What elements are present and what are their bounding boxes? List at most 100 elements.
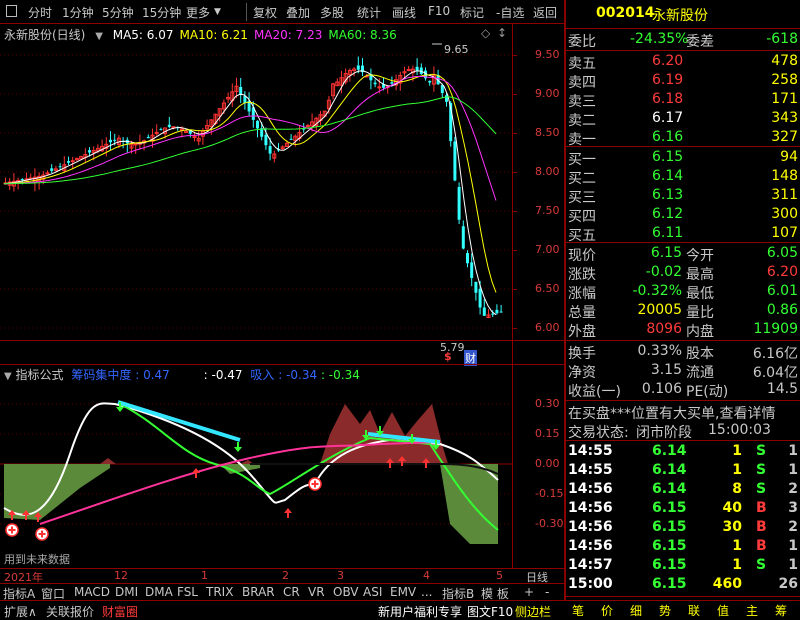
- tick-time: 14:55: [568, 443, 613, 459]
- tab-macd[interactable]: MACD: [74, 585, 110, 599]
- s-badge[interactable]: $: [444, 350, 452, 363]
- tick-row[interactable]: 14:56 6.15 1 B 1: [566, 537, 800, 557]
- tick-count: 1: [788, 462, 798, 478]
- tab-obv[interactable]: OBV: [333, 585, 359, 599]
- tick-volume: 8: [732, 481, 742, 497]
- f10-graphic-button[interactable]: 图文F10: [467, 603, 513, 620]
- tick-side: B: [756, 538, 767, 554]
- sell-row[interactable]: 卖五 6.20 478: [566, 52, 800, 72]
- detail-tab[interactable]: 细: [630, 602, 642, 619]
- sell-row[interactable]: 卖二 6.17 343: [566, 109, 800, 129]
- tick-mark: [512, 133, 517, 134]
- tab-fenshi[interactable]: 分时: [28, 4, 52, 21]
- date-mark: 1: [201, 569, 208, 582]
- detail-tab[interactable]: 主: [746, 602, 758, 619]
- sell-volume: 327: [771, 129, 798, 145]
- quote-value: 8096: [646, 321, 682, 337]
- detail-tab[interactable]: 价: [601, 602, 613, 619]
- tick-mark: [512, 211, 517, 212]
- indicator-chart[interactable]: [0, 364, 512, 568]
- tab-brar[interactable]: BRAR: [242, 585, 275, 599]
- add-window-button[interactable]: +: [524, 585, 534, 599]
- tick-mark: [512, 250, 517, 251]
- status-row: 交易状态: 闭市阶段 15:00:03: [566, 421, 800, 441]
- divider: [566, 596, 800, 597]
- detail-tab[interactable]: 值: [717, 602, 729, 619]
- btn-huaxian[interactable]: 画线: [392, 4, 416, 21]
- kline-chart[interactable]: [0, 24, 512, 340]
- quote-row: 现价 6.15 今开 6.05: [566, 244, 800, 264]
- sidebar-toggle[interactable]: 侧边栏: [515, 603, 551, 620]
- tab-vr[interactable]: VR: [308, 585, 325, 599]
- sell-row[interactable]: 卖三 6.18 171: [566, 90, 800, 110]
- indicator-tabs: 指标A 窗口 MACD DMI DMA FSL TRIX BRAR CR VR …: [0, 583, 564, 601]
- buy-price: 6.14: [652, 168, 684, 184]
- tab-asi[interactable]: ASI: [363, 585, 382, 599]
- quote-label: 总量: [568, 305, 596, 321]
- tick-row[interactable]: 14:55 6.14 1 S 1: [566, 442, 800, 462]
- detail-tab[interactable]: 笔: [572, 602, 584, 619]
- tick-row[interactable]: 14:57 6.15 1 S 1: [566, 556, 800, 576]
- tab-15min[interactable]: 15分钟: [142, 4, 181, 21]
- window-icon[interactable]: [6, 5, 17, 17]
- tick-volume: 1: [732, 443, 742, 459]
- sell-row[interactable]: 卖四 6.19 258: [566, 71, 800, 91]
- detail-tab[interactable]: 势: [659, 602, 671, 619]
- new-user-promo-link[interactable]: 新用户福利专享: [378, 603, 462, 620]
- buy-row[interactable]: 买二 6.14 148: [566, 167, 800, 187]
- btn-back[interactable]: 返回: [533, 4, 557, 21]
- buy-row[interactable]: 买一 6.15 94: [566, 148, 800, 168]
- buy-row[interactable]: 买五 6.11 107: [566, 224, 800, 244]
- tab-cr[interactable]: CR: [283, 585, 300, 599]
- tick-row[interactable]: 15:00 6.15 460 26: [566, 575, 800, 595]
- sell-row[interactable]: 卖一 6.16 327: [566, 128, 800, 148]
- sell-price: 6.20: [652, 53, 684, 69]
- tab-fortune-circle[interactable]: 财富圈: [102, 603, 138, 620]
- buy-volume: 311: [771, 187, 798, 203]
- btn-biaoji[interactable]: 标记: [460, 4, 484, 21]
- tick-row[interactable]: 14:56 6.15 30 B 2: [566, 518, 800, 538]
- tick-row[interactable]: 14:56 6.14 8 S 2: [566, 480, 800, 500]
- buy-row[interactable]: 买三 6.13 311: [566, 186, 800, 206]
- tick-time: 14:56: [568, 481, 613, 497]
- tab-dmi[interactable]: DMI: [115, 585, 138, 599]
- tab-1min[interactable]: 1分钟: [62, 4, 94, 21]
- remove-window-button[interactable]: -: [545, 585, 549, 599]
- quote-label: 最低: [686, 286, 714, 302]
- sell-volume: 171: [771, 91, 798, 107]
- buy-row[interactable]: 买四 6.12 300: [566, 205, 800, 225]
- expand-button[interactable]: 扩展∧: [4, 603, 37, 620]
- tick-time: 14:56: [568, 538, 613, 554]
- tick-mark: [512, 328, 517, 329]
- tab-dma[interactable]: DMA: [145, 585, 173, 599]
- tick-price: 6.14: [652, 443, 687, 459]
- buy-price: 6.11: [652, 225, 684, 241]
- btn-fuquan[interactable]: 复权: [253, 4, 277, 21]
- stat-label: 股本: [686, 346, 714, 362]
- tab-more-indicators[interactable]: ...: [421, 585, 432, 599]
- btn-tongji[interactable]: 统计: [357, 4, 381, 21]
- btn-duogu[interactable]: 多股: [320, 4, 344, 21]
- tab-more[interactable]: 更多: [186, 4, 210, 21]
- btn-zixuan[interactable]: -自选: [496, 4, 524, 21]
- big-order-notice[interactable]: 在买盘***位置有大买单,查看详情: [568, 403, 775, 423]
- indicator-tick: -0.15: [535, 487, 564, 500]
- buy-volume: 107: [771, 225, 798, 241]
- stat-label: 收益(一): [568, 384, 621, 400]
- btn-diejia[interactable]: 叠加: [286, 4, 310, 21]
- btn-f10[interactable]: F10: [428, 4, 450, 18]
- tick-row[interactable]: 14:56 6.15 40 B 3: [566, 499, 800, 519]
- sell-level-label: 卖四: [568, 75, 596, 91]
- detail-tab[interactable]: 联: [688, 602, 700, 619]
- detail-tab[interactable]: 筹: [775, 602, 787, 619]
- tab-emv[interactable]: EMV: [390, 585, 416, 599]
- tab-related-quotes[interactable]: 关联报价: [46, 603, 94, 620]
- tick-row[interactable]: 14:55 6.14 1 S 1: [566, 461, 800, 481]
- tab-trix[interactable]: TRIX: [206, 585, 233, 599]
- tick-side: S: [756, 462, 767, 478]
- stat-value: 0.33%: [637, 343, 682, 359]
- more-dropdown-icon[interactable]: ▼: [214, 7, 221, 17]
- notice-row[interactable]: 在买盘***位置有大买单,查看详情: [566, 402, 800, 422]
- tab-5min[interactable]: 5分钟: [102, 4, 134, 21]
- tab-fsl[interactable]: FSL: [177, 585, 198, 599]
